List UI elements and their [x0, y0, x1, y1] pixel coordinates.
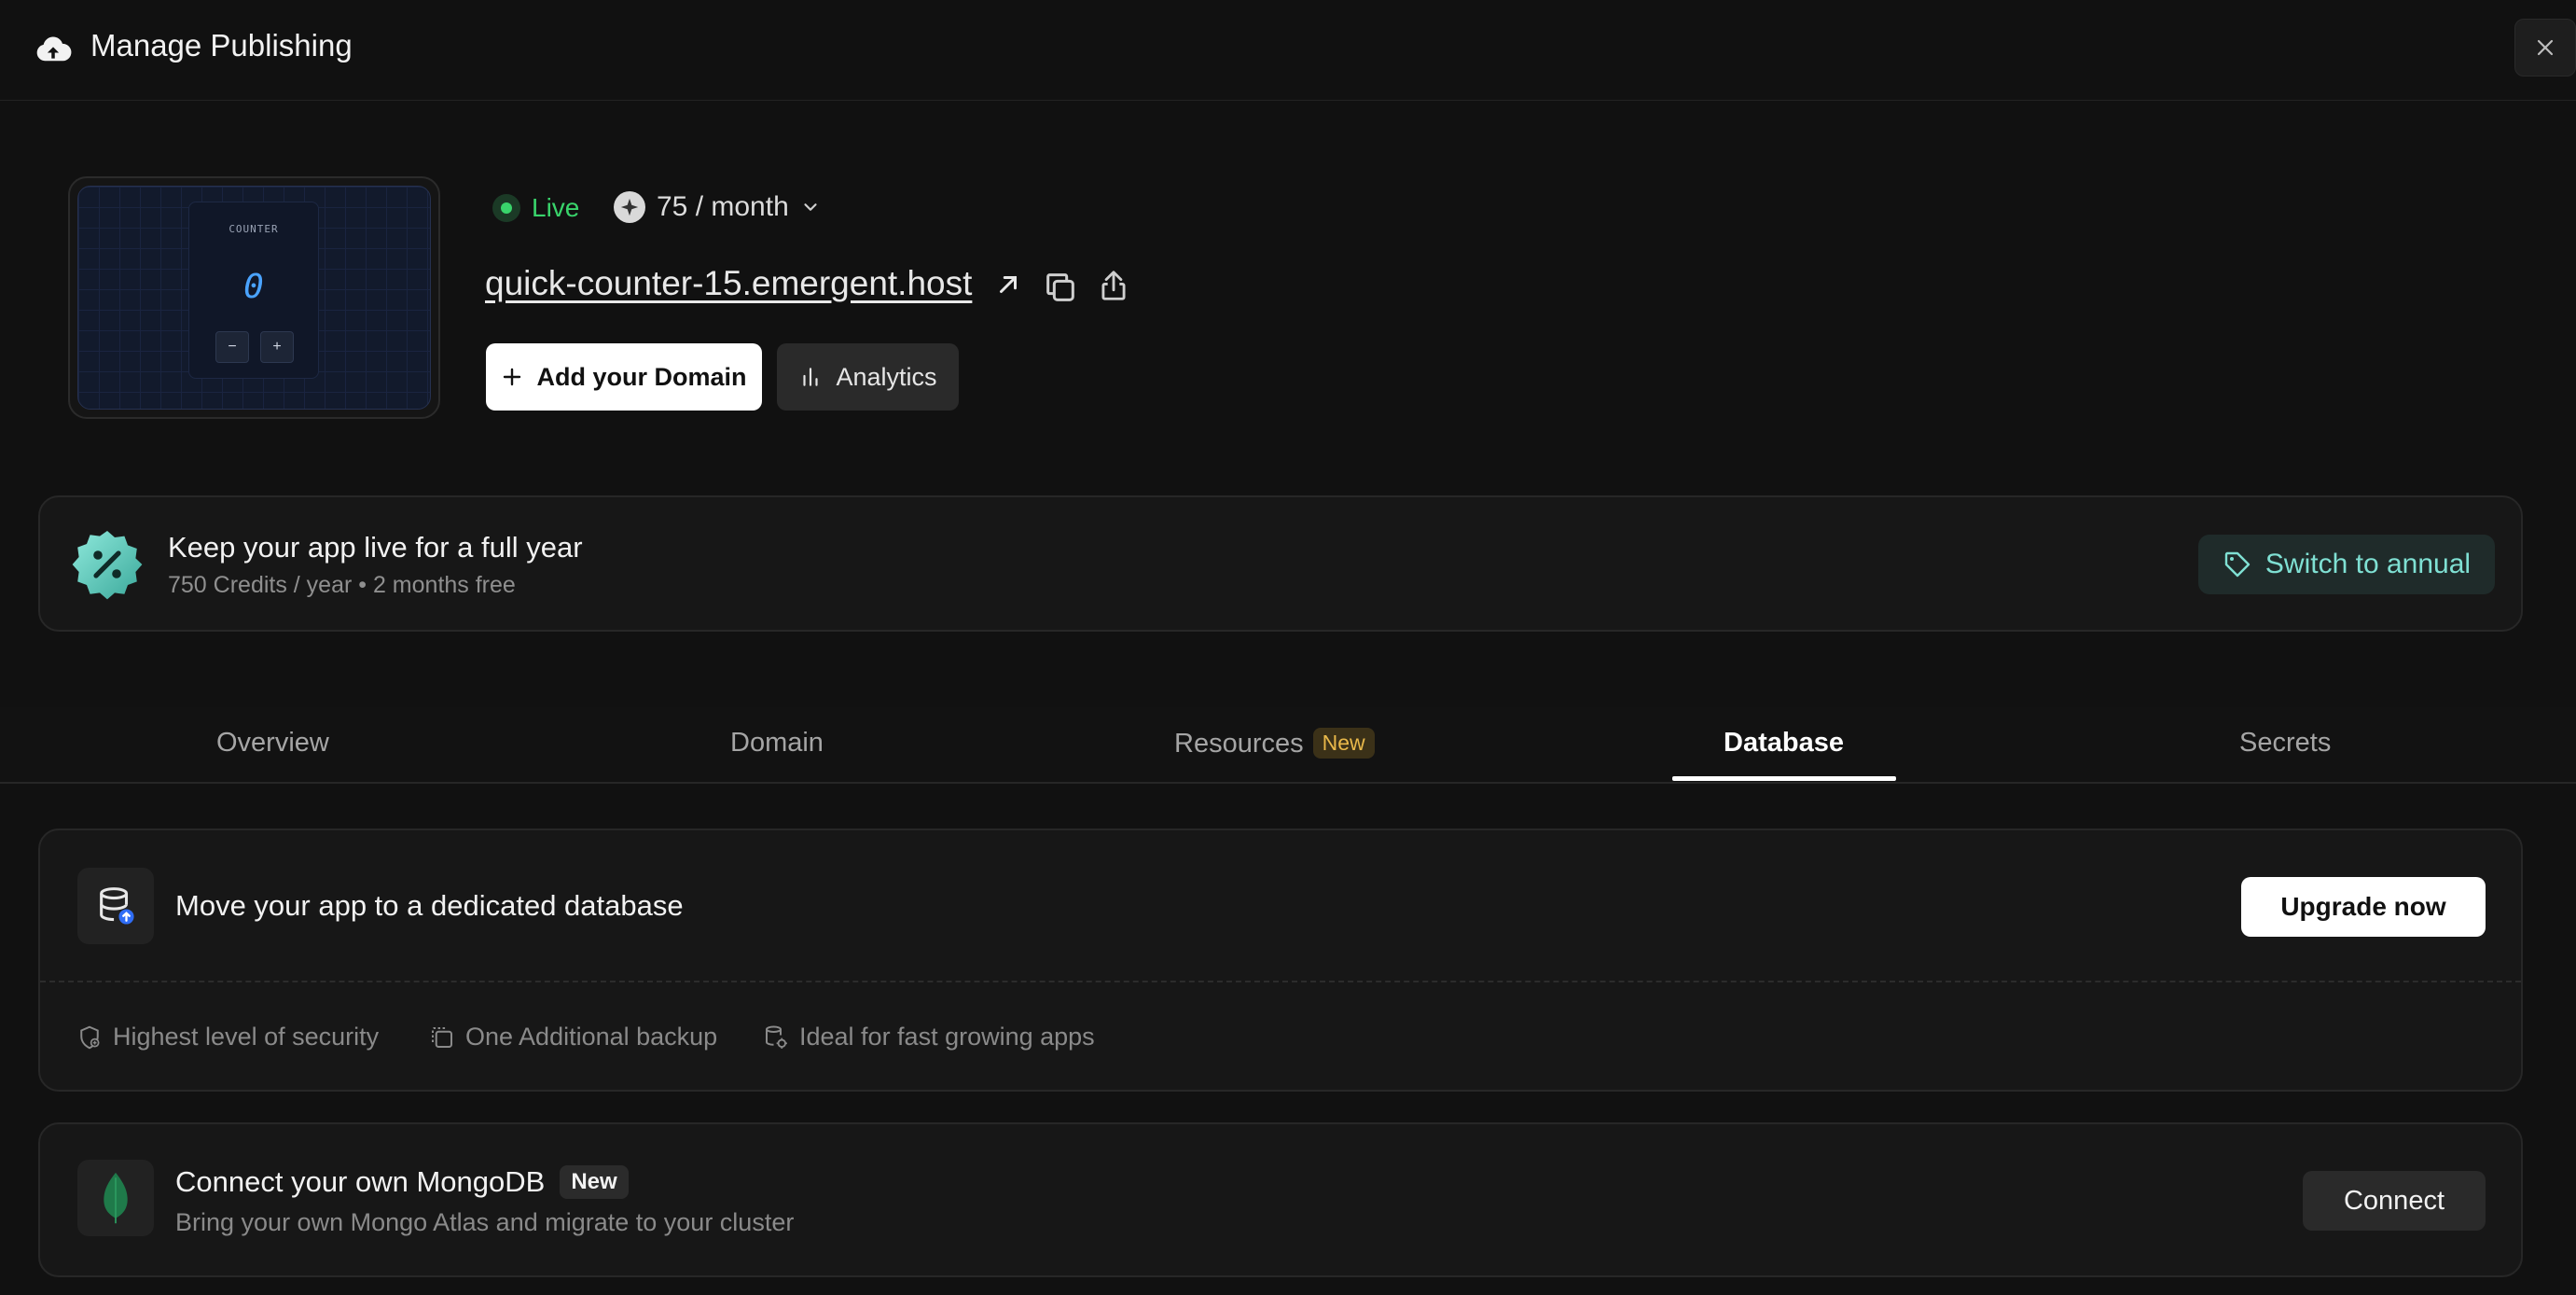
- live-status-label: Live: [532, 193, 580, 222]
- tab-resources-label: Resources: [1174, 729, 1304, 759]
- analytics-button[interactable]: Analytics: [777, 343, 959, 411]
- card-divider: [40, 981, 2521, 982]
- plus-icon: [504, 368, 521, 386]
- database-upgrade-icon: [77, 868, 154, 944]
- bar-chart-icon: [803, 368, 819, 386]
- database-gear-icon: [766, 1024, 787, 1049]
- annual-plan-banner: Keep your app live for a full year 750 C…: [38, 495, 2523, 632]
- tab-bar: Overview Domain Resources New Database Se…: [0, 707, 2576, 784]
- feature-backup: One Additional backup: [428, 1023, 717, 1051]
- upgrade-now-button[interactable]: Upgrade now: [2241, 877, 2486, 937]
- tab-secrets[interactable]: Secrets: [2239, 728, 2331, 759]
- switch-to-annual-button[interactable]: Switch to annual: [2198, 535, 2495, 594]
- feature-security-label: Highest level of security: [113, 1023, 380, 1051]
- counter-minus-button: −: [215, 331, 249, 363]
- host-url-link[interactable]: quick-counter-15.emergent.host: [485, 264, 972, 303]
- discount-badge-icon: [72, 531, 143, 600]
- counter-label: COUNTER: [229, 223, 279, 235]
- new-badge: New: [560, 1165, 629, 1199]
- preview-screen: COUNTER 0 − +: [77, 186, 431, 410]
- external-link-icon[interactable]: [994, 271, 1022, 299]
- dedicated-database-card: Move your app to a dedicated database Up…: [38, 829, 2523, 1092]
- credit-icon: [614, 191, 645, 223]
- mongodb-subtitle: Bring your own Mongo Atlas and migrate t…: [175, 1208, 795, 1236]
- app-preview-thumbnail[interactable]: COUNTER 0 − +: [68, 176, 440, 419]
- cloud-upload-icon: [36, 36, 72, 62]
- tag-icon: [2224, 551, 2251, 578]
- feature-scale: Ideal for fast growing apps: [762, 1023, 1095, 1051]
- add-domain-button[interactable]: Add your Domain: [486, 343, 762, 411]
- analytics-label: Analytics: [836, 362, 937, 391]
- tab-overview[interactable]: Overview: [216, 728, 329, 759]
- add-domain-label: Add your Domain: [536, 362, 747, 391]
- dedicated-database-title: Move your app to a dedicated database: [175, 889, 684, 922]
- tab-domain[interactable]: Domain: [730, 728, 824, 759]
- copy-icon[interactable]: [1042, 269, 1079, 306]
- annual-title: Keep your app live for a full year: [168, 531, 583, 564]
- shield-plus-icon: [80, 1025, 100, 1049]
- counter-plus-button: +: [260, 331, 294, 363]
- new-badge: New: [1312, 728, 1375, 759]
- chevron-down-icon: [804, 203, 817, 211]
- tab-database[interactable]: Database: [1724, 728, 1844, 759]
- feature-scale-label: Ideal for fast growing apps: [799, 1023, 1095, 1051]
- counter-card: COUNTER 0 − +: [188, 202, 319, 379]
- live-status-badge: Live: [492, 193, 579, 223]
- close-icon: [2537, 39, 2554, 56]
- page-title: Manage Publishing: [90, 28, 353, 63]
- feature-security: Highest level of security: [76, 1023, 379, 1051]
- price-label: 75 / month: [657, 191, 789, 222]
- annual-subtitle: 750 Credits / year • 2 months free: [168, 572, 516, 598]
- feature-backup-label: One Additional backup: [465, 1023, 718, 1051]
- mongodb-leaf-icon: [77, 1160, 154, 1236]
- header-bar: Manage Publishing: [0, 0, 2576, 101]
- close-button[interactable]: [2514, 19, 2576, 77]
- tab-resources[interactable]: Resources New: [1174, 728, 1375, 759]
- share-icon[interactable]: [1096, 267, 1131, 304]
- switch-to-annual-label: Switch to annual: [2264, 549, 2472, 579]
- mongodb-title: Connect your own MongoDB: [175, 1165, 546, 1198]
- mongodb-connect-card: Connect your own MongoDB New Bring your …: [38, 1122, 2523, 1277]
- connect-button[interactable]: Connect: [2303, 1171, 2486, 1231]
- mongodb-title-row: Connect your own MongoDB New: [175, 1165, 629, 1199]
- live-dot-icon: [492, 194, 520, 222]
- active-tab-indicator: [1672, 776, 1896, 781]
- counter-value: 0: [243, 268, 264, 306]
- price-selector[interactable]: 75 / month: [614, 191, 821, 223]
- backup-copy-icon: [432, 1026, 452, 1048]
